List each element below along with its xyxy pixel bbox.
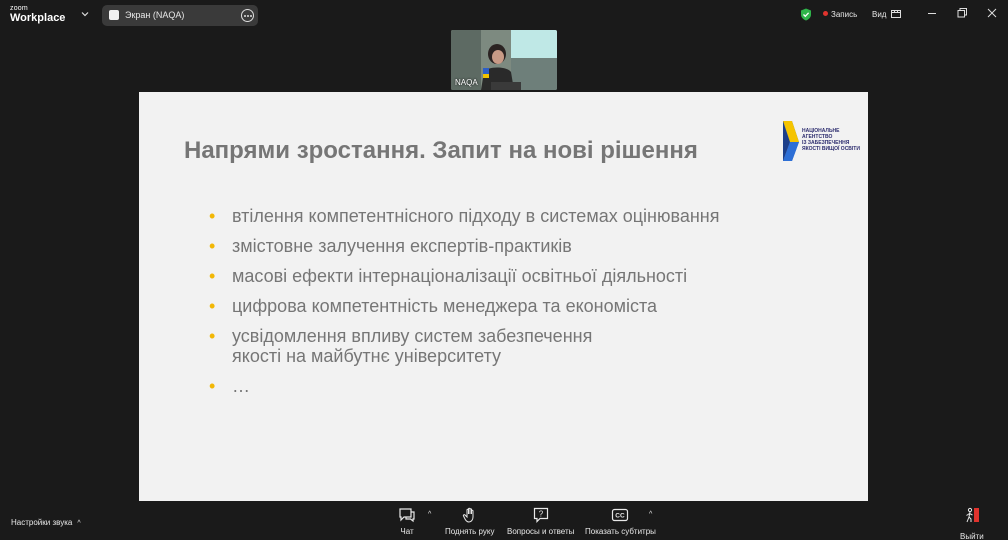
minimize-icon[interactable]: [926, 7, 938, 19]
bullet-text: усвідомлення впливу систем забезпечення …: [232, 326, 593, 366]
bullet-icon: •: [209, 376, 216, 396]
participant-video[interactable]: NAQA: [451, 30, 557, 90]
restore-icon[interactable]: [956, 7, 968, 19]
meeting-toolbar: Настройки звука ^ Чат ^ Поднять руку ? Во…: [0, 501, 1008, 540]
shield-check-icon[interactable]: [800, 8, 812, 21]
participant-name: NAQA: [455, 78, 478, 87]
bullet-text: цифрова компетентність менеджера та екон…: [232, 296, 658, 316]
share-tab-label: Экран (NAQA): [125, 10, 185, 20]
chat-icon: [399, 508, 415, 523]
closed-captions-icon: CC: [612, 508, 629, 522]
leave-door-icon: [966, 507, 979, 523]
list-item: • втілення компетентнісного підходу в сис…: [209, 206, 849, 226]
more-options-icon[interactable]: [241, 9, 254, 22]
list-item: • змістовне залучення експертів-практиків: [209, 236, 849, 256]
raise-hand-button[interactable]: Поднять руку: [445, 507, 494, 536]
close-icon[interactable]: [986, 7, 998, 19]
raise-hand-label: Поднять руку: [445, 527, 495, 536]
bullet-icon: •: [209, 236, 216, 256]
logo-top-text: zoom: [10, 5, 28, 12]
qa-button[interactable]: ? Вопросы и ответы: [507, 507, 574, 536]
svg-text:?: ?: [538, 510, 543, 519]
show-captions-button[interactable]: CC Показать субтитры: [585, 507, 656, 536]
bullet-text: …: [232, 376, 250, 396]
leave-button[interactable]: Выйти: [960, 507, 984, 540]
naqa-logo-mark-icon: [783, 121, 799, 161]
sound-settings-label: Настройки звука: [11, 518, 73, 527]
title-bar: zoom Workplace Экран (NAQA) Запись Вид: [0, 0, 1008, 30]
hand-icon: [462, 507, 474, 523]
view-menu[interactable]: Вид: [872, 10, 886, 19]
bullet-text: масові ефекти інтернаціоналізації освітн…: [232, 266, 688, 286]
captions-icon-text: CC: [616, 513, 626, 520]
chat-caret-icon[interactable]: ^: [428, 511, 431, 518]
sound-settings-button[interactable]: Настройки звука ^: [11, 518, 81, 527]
shared-screen-slide: Напрями зростання. Запит на нові рішення…: [139, 92, 868, 501]
screen-share-tab[interactable]: Экран (NAQA): [102, 5, 258, 26]
slide-bullet-list: • втілення компетентнісного підходу в сис…: [209, 206, 849, 406]
record-dot-icon: [823, 11, 828, 16]
bullet-icon: •: [209, 326, 216, 346]
logo-bottom-text: Workplace: [10, 12, 66, 24]
show-captions-label: Показать субтитры: [585, 527, 656, 536]
qa-label: Вопросы и ответы: [507, 527, 575, 536]
recording-indicator[interactable]: Запись: [823, 10, 857, 19]
record-label: Запись: [831, 10, 858, 19]
naqa-logo: НАЦІОНАЛЬНЕ АГЕНТСТВО ІЗ ЗАБЕЗПЕЧЕННЯ ЯК…: [782, 120, 862, 162]
bullet-text: змістовне залучення експертів-практиків: [232, 236, 572, 256]
bullet-text: втілення компетентнісного підходу в сист…: [232, 206, 720, 226]
zoom-workplace-logo: zoom Workplace: [10, 5, 65, 24]
chat-button[interactable]: Чат: [398, 507, 416, 536]
chevron-down-icon[interactable]: [80, 9, 90, 19]
view-grid-icon[interactable]: [891, 9, 901, 18]
screen-icon: [109, 10, 119, 20]
leave-label: Выйти: [960, 532, 984, 540]
slide-title: Напрями зростання. Запит на нові рішення: [184, 137, 698, 164]
list-item: • цифрова компетентність менеджера та еко…: [209, 296, 849, 316]
caret-up-icon: ^: [77, 520, 81, 527]
bullet-icon: •: [209, 206, 216, 226]
zoom-window: zoom Workplace Экран (NAQA) Запись Вид N…: [0, 0, 1008, 540]
naqa-logo-text: НАЦІОНАЛЬНЕ АГЕНТСТВО ІЗ ЗАБЕЗПЕЧЕННЯ ЯК…: [802, 128, 860, 152]
list-item: • усвідомлення впливу систем забезпечення…: [209, 326, 849, 366]
chat-label: Чат: [400, 527, 414, 536]
list-item: • масові ефекти інтернаціоналізації освіт…: [209, 266, 849, 286]
bullet-icon: •: [209, 296, 216, 316]
bullet-icon: •: [209, 266, 216, 286]
list-item: •…: [209, 376, 849, 396]
question-answer-icon: ?: [533, 507, 548, 523]
captions-caret-icon[interactable]: ^: [649, 511, 652, 518]
view-label: Вид: [872, 10, 887, 19]
